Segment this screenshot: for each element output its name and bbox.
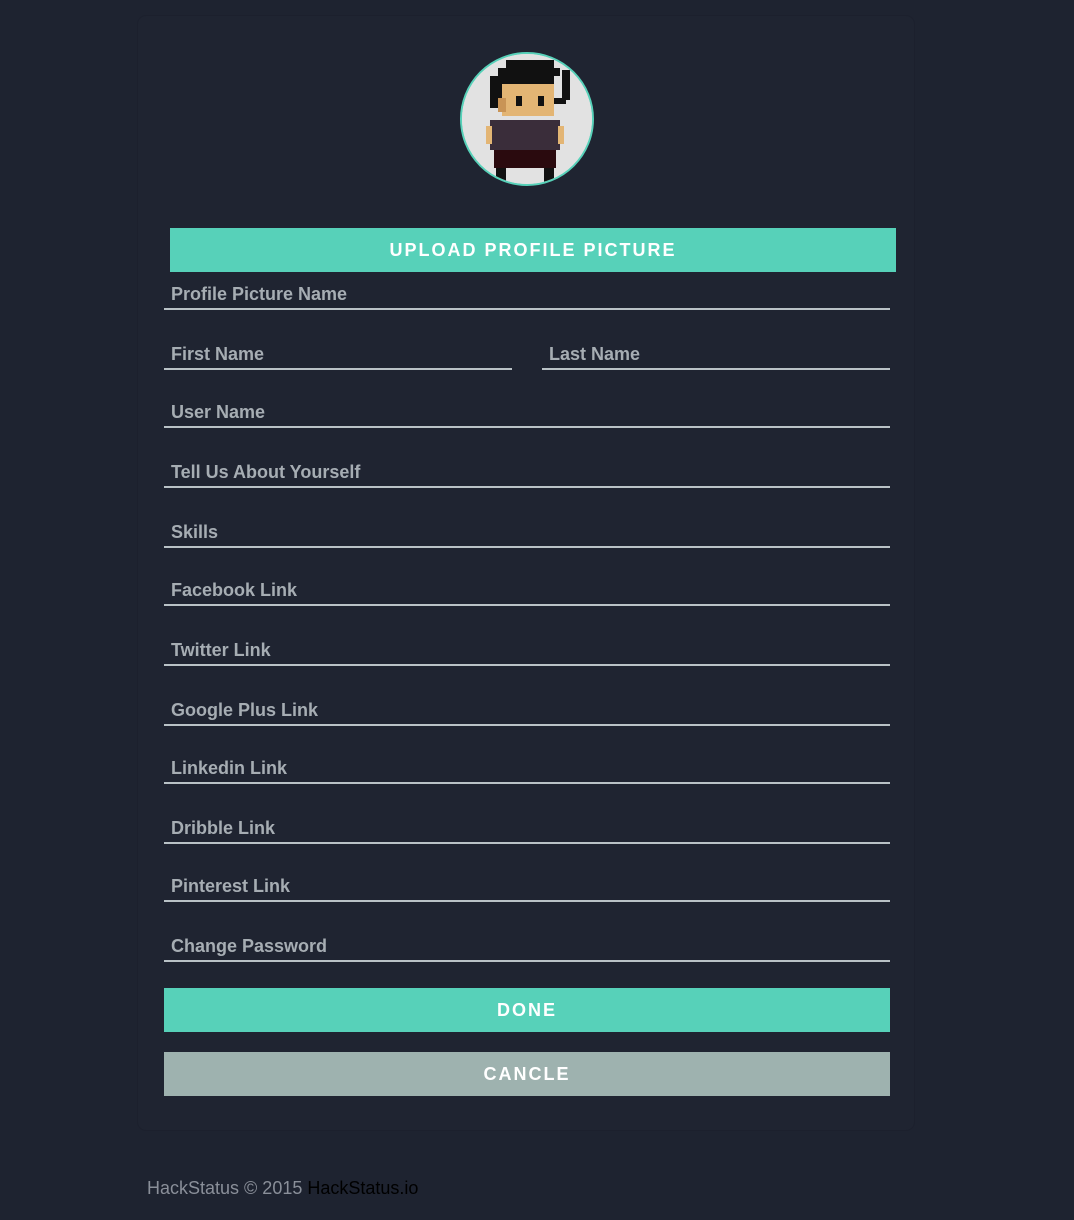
- last-name-field[interactable]: [542, 340, 890, 370]
- user-name-field[interactable]: [164, 398, 890, 428]
- twitter-link-field[interactable]: [164, 636, 890, 666]
- about-field[interactable]: [164, 458, 890, 488]
- profile-picture-name-field[interactable]: [164, 280, 890, 310]
- footer-link[interactable]: HackStatus.io: [307, 1178, 418, 1198]
- skills-field[interactable]: [164, 518, 890, 548]
- google-plus-link-field[interactable]: [164, 696, 890, 726]
- avatar: [460, 52, 594, 186]
- pinterest-link-field[interactable]: [164, 872, 890, 902]
- change-password-field[interactable]: [164, 932, 890, 962]
- upload-profile-picture-button[interactable]: UPLOAD PROFILE PICTURE: [170, 228, 896, 272]
- first-name-field[interactable]: [164, 340, 512, 370]
- footer: HackStatus © 2015 HackStatus.io: [147, 1178, 418, 1199]
- linkedin-link-field[interactable]: [164, 754, 890, 784]
- cancel-button[interactable]: CANCLE: [164, 1052, 890, 1096]
- pixel-character-avatar-icon: [462, 54, 592, 184]
- done-button[interactable]: DONE: [164, 988, 890, 1032]
- dribble-link-field[interactable]: [164, 814, 890, 844]
- facebook-link-field[interactable]: [164, 576, 890, 606]
- footer-copyright: HackStatus © 2015: [147, 1178, 303, 1198]
